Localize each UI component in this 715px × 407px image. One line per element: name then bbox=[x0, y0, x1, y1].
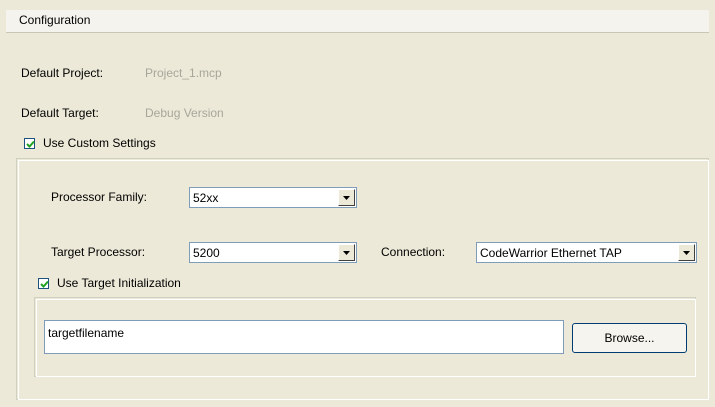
checkmark-icon bbox=[26, 140, 35, 148]
configuration-header bbox=[6, 10, 709, 33]
default-project-value: Project_1.mcp bbox=[145, 66, 222, 80]
target-processor-dropdown-button[interactable] bbox=[338, 244, 355, 261]
init-file-input[interactable]: targetfilename bbox=[44, 320, 564, 354]
default-project-label: Default Project: bbox=[21, 66, 104, 80]
processor-family-label: Processor Family: bbox=[51, 190, 148, 204]
chevron-down-icon bbox=[683, 251, 690, 255]
connection-dropdown-button[interactable] bbox=[678, 244, 695, 261]
target-processor-label: Target Processor: bbox=[51, 245, 146, 259]
default-target-label: Default Target: bbox=[21, 106, 99, 120]
init-file-value: targetfilename bbox=[48, 326, 125, 340]
processor-family-select[interactable]: 52xx bbox=[189, 187, 357, 208]
browse-button[interactable]: Browse... bbox=[572, 323, 687, 353]
use-target-initialization-checkbox[interactable] bbox=[38, 278, 49, 289]
connection-value: CodeWarrior Ethernet TAP bbox=[480, 246, 622, 260]
target-processor-value: 5200 bbox=[193, 246, 220, 260]
chevron-down-icon bbox=[343, 196, 350, 200]
default-target-value: Debug Version bbox=[145, 106, 224, 120]
use-custom-settings-checkbox[interactable] bbox=[24, 138, 35, 149]
target-processor-select[interactable]: 5200 bbox=[189, 242, 357, 263]
configuration-title: Configuration bbox=[19, 13, 91, 27]
connection-select[interactable]: CodeWarrior Ethernet TAP bbox=[476, 242, 697, 263]
use-custom-settings-label[interactable]: Use Custom Settings bbox=[43, 136, 156, 150]
processor-family-dropdown-button[interactable] bbox=[338, 189, 355, 206]
chevron-down-icon bbox=[343, 251, 350, 255]
checkmark-icon bbox=[40, 280, 49, 288]
connection-label: Connection: bbox=[381, 245, 446, 259]
use-target-initialization-label[interactable]: Use Target Initialization bbox=[57, 276, 181, 290]
processor-family-value: 52xx bbox=[193, 191, 219, 205]
